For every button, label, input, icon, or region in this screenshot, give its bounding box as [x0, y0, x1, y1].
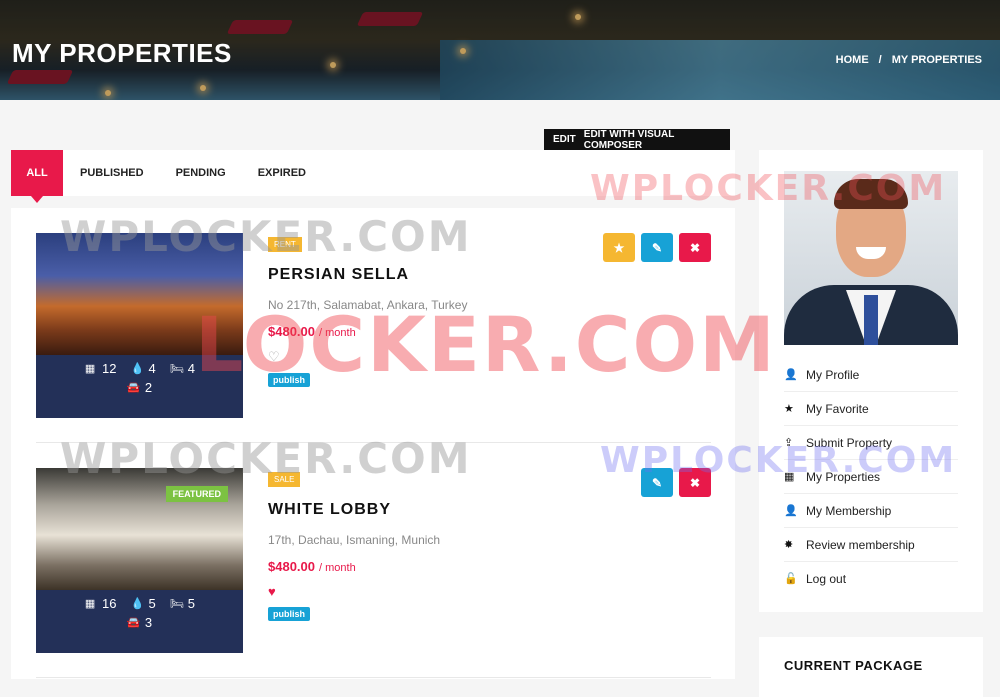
breadcrumb-current: MY PROPERTIES — [891, 54, 982, 66]
bed-count: 5 — [187, 596, 195, 611]
edit-icon: ✎ — [651, 240, 663, 255]
building-icon: ▦ — [84, 598, 96, 610]
bath-icon: 💧 — [130, 598, 145, 610]
close-icon: ✖ — [689, 240, 701, 255]
building-icon: ▦ — [84, 363, 96, 375]
menu-item-submit-property[interactable]: ⇪ Submit Property — [784, 426, 958, 460]
visual-composer-edit-bar[interactable]: EDIT EDIT WITH VISUAL COMPOSER — [544, 129, 730, 151]
property-type-badge: SALE — [268, 472, 301, 487]
menu-item-my-favorite[interactable]: ★ My Favorite — [784, 392, 958, 426]
account-menu: 👤 My Profile ★ My Favorite ⇪ Submit Propert… — [784, 358, 958, 595]
property-price: $480.00 / month — [268, 324, 467, 339]
property-image[interactable] — [36, 233, 243, 355]
edit-property-button[interactable]: ✎ — [641, 468, 673, 497]
property-title[interactable]: WHITE LOBBY — [268, 501, 440, 519]
feature-star-button[interactable]: ★ — [603, 233, 635, 262]
upload-icon: ⇪ — [784, 437, 794, 449]
bath-count: 4 — [148, 361, 156, 376]
area-count: 16 — [102, 596, 117, 611]
status-badge: publish — [268, 607, 310, 621]
heart-outline-icon[interactable]: ♡ — [268, 349, 467, 365]
garage-count: 2 — [144, 380, 153, 395]
menu-item-label: Log out — [806, 571, 847, 586]
menu-item-label: My Membership — [806, 503, 892, 518]
avatar — [784, 171, 958, 345]
bed-count: 4 — [187, 361, 195, 376]
breadcrumb: HOME / MY PROPERTIES — [836, 54, 982, 66]
tab-pending[interactable]: PENDING — [160, 150, 242, 196]
edit-icon: ✎ — [651, 475, 663, 490]
avatar-hair — [834, 179, 908, 209]
tab-published[interactable]: PUBLISHED — [63, 150, 160, 196]
property-address: 17th, Dachau, Ismaning, Munich — [268, 533, 441, 547]
current-package-title: CURRENT PACKAGE — [784, 658, 923, 673]
featured-badge: FEATURED — [165, 486, 228, 502]
unlock-icon: 🔓 — [784, 573, 798, 585]
price-period: / month — [319, 327, 356, 339]
menu-item-my-profile[interactable]: 👤 My Profile — [784, 358, 958, 392]
bed-icon: 🛏 — [169, 363, 184, 375]
tab-expired[interactable]: EXPIRED — [242, 150, 322, 196]
user-icon: 👤 — [784, 505, 798, 517]
menu-item-label: My Properties — [806, 469, 881, 484]
delete-property-button[interactable]: ✖ — [679, 468, 711, 497]
delete-property-button[interactable]: ✖ — [679, 233, 711, 262]
property-stats: ▦ 16 💧 5 🛏 5 🚘 3 — [36, 596, 243, 634]
property-actions: ★ ✎ ✖ — [603, 233, 711, 262]
page-title: MY PROPERTIES — [12, 38, 232, 68]
property-address: No 217th, Salamabat, Ankara, Turkey — [268, 298, 468, 312]
car-icon: 🚘 — [126, 617, 141, 629]
property-type-badge: RENT — [268, 237, 302, 252]
menu-item-label: Review membership — [806, 537, 915, 552]
price-value: $480.00 — [268, 324, 315, 339]
page-header-banner: MY PROPERTIES HOME / MY PROPERTIES — [0, 0, 1000, 100]
account-sidebar: 👤 My Profile ★ My Favorite ⇪ Submit Propert… — [759, 150, 983, 612]
breadcrumb-home[interactable]: HOME — [836, 54, 869, 66]
menu-item-my-properties[interactable]: ▦ My Properties — [784, 460, 958, 494]
garage-count: 3 — [144, 615, 153, 630]
menu-item-label: My Profile — [806, 367, 860, 382]
price-period: / month — [319, 562, 356, 574]
property-actions: ✎ ✖ — [641, 468, 711, 497]
bath-icon: 💧 — [130, 363, 145, 375]
building-icon: ▦ — [784, 471, 795, 483]
close-icon: ✖ — [689, 475, 701, 490]
property-price: $480.00 / month — [268, 559, 440, 574]
bed-icon: 🛏 — [169, 598, 184, 610]
property-thumbnail[interactable]: FEATURED ▦ 16 💧 5 🛏 5 🚘 3 — [36, 468, 243, 653]
current-package-panel: CURRENT PACKAGE — [759, 637, 983, 697]
menu-item-label: My Favorite — [806, 401, 869, 416]
edit-property-button[interactable]: ✎ — [641, 233, 673, 262]
property-stats: ▦ 12 💧 4 🛏 4 🚘 2 — [36, 361, 243, 399]
property-thumbnail[interactable]: ▦ 12 💧 4 🛏 4 🚘 2 — [36, 233, 243, 418]
card-divider — [36, 677, 711, 678]
edit-link[interactable]: EDIT — [544, 134, 576, 145]
status-badge: publish — [268, 373, 310, 387]
property-list: ▦ 12 💧 4 🛏 4 🚘 2 RENT PERSIAN SELLA No 217th… — [11, 208, 735, 679]
star-icon: ★ — [613, 240, 625, 255]
tab-all[interactable]: ALL — [11, 150, 63, 203]
bath-count: 5 — [148, 596, 156, 611]
car-icon: 🚘 — [126, 382, 141, 394]
edit-with-visual-composer-link[interactable]: EDIT WITH VISUAL COMPOSER — [576, 129, 730, 151]
price-value: $480.00 — [268, 559, 315, 574]
property-info: RENT PERSIAN SELLA No 217th, Salamabat, … — [268, 233, 467, 388]
menu-item-my-membership[interactable]: 👤 My Membership — [784, 494, 958, 528]
breadcrumb-separator: / — [878, 54, 882, 66]
menu-item-review-membership[interactable]: ✸ Review membership — [784, 528, 958, 562]
certificate-icon: ✸ — [784, 539, 794, 551]
property-info: SALE WHITE LOBBY 17th, Dachau, Ismaning,… — [268, 468, 440, 622]
area-count: 12 — [102, 361, 117, 376]
avatar-tie — [864, 295, 878, 345]
card-divider — [36, 442, 711, 443]
property-title[interactable]: PERSIAN SELLA — [268, 266, 467, 284]
user-icon: 👤 — [784, 369, 798, 381]
menu-item-label: Submit Property — [806, 435, 893, 450]
menu-item-log-out[interactable]: 🔓 Log out — [784, 562, 958, 595]
heart-filled-icon[interactable]: ♥ — [268, 584, 440, 599]
star-icon: ★ — [784, 403, 794, 415]
property-filter-tabs: ALL PUBLISHED PENDING EXPIRED — [11, 150, 735, 203]
